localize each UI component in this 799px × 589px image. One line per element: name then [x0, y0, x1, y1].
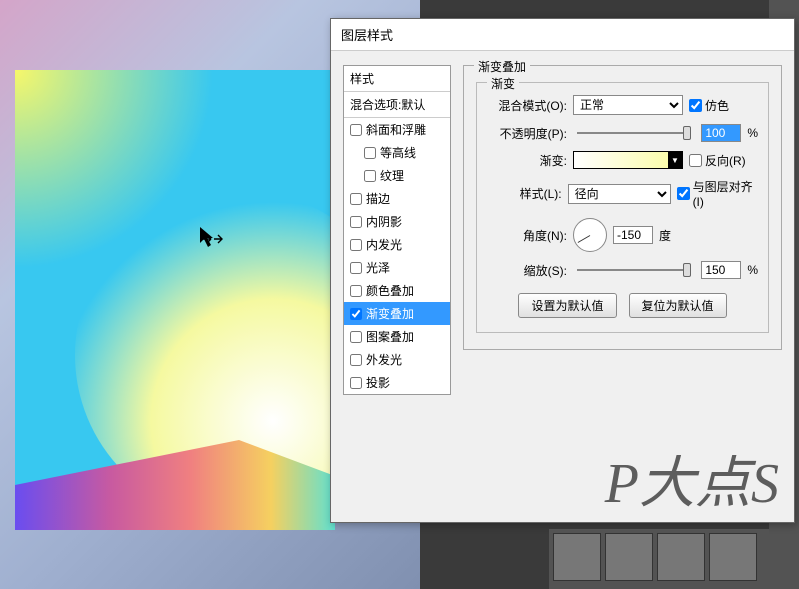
style-item-check[interactable]	[350, 216, 362, 228]
opacity-slider[interactable]	[577, 132, 691, 134]
style-item-4[interactable]: 内阴影	[344, 210, 450, 233]
style-item-3[interactable]: 描边	[344, 187, 450, 210]
section-title: 渐变叠加	[474, 58, 530, 75]
scale-unit: %	[747, 263, 758, 277]
angle-dial[interactable]	[573, 218, 607, 252]
align-checkbox[interactable]: 与图层对齐(I)	[677, 178, 758, 209]
opacity-label: 不透明度(P):	[487, 125, 567, 142]
style-item-check[interactable]	[350, 193, 362, 205]
style-item-check[interactable]	[350, 308, 362, 320]
blend-mode-select[interactable]: 正常	[573, 95, 683, 115]
style-item-0[interactable]: 斜面和浮雕	[344, 118, 450, 141]
style-item-label: 光泽	[366, 259, 390, 276]
style-item-2[interactable]: 纹理	[344, 164, 450, 187]
style-item-check[interactable]	[350, 262, 362, 274]
move-cursor-icon	[198, 225, 228, 249]
dither-check-input[interactable]	[689, 99, 702, 112]
angle-unit: 度	[659, 227, 671, 244]
reset-default-button[interactable]: 复位为默认值	[629, 293, 727, 318]
style-item-label: 纹理	[380, 167, 404, 184]
style-item-label: 投影	[366, 374, 390, 391]
align-check-input[interactable]	[677, 187, 690, 200]
chevron-down-icon[interactable]: ▼	[668, 152, 682, 168]
style-item-label: 图案叠加	[366, 328, 414, 345]
bottom-thumbnails	[549, 529, 769, 589]
opacity-unit: %	[747, 126, 758, 140]
styles-header[interactable]: 样式	[344, 66, 450, 92]
reverse-checkbox[interactable]: 反向(R)	[689, 152, 746, 169]
thumb[interactable]	[657, 533, 705, 581]
style-item-8[interactable]: 渐变叠加	[344, 302, 450, 325]
scale-input[interactable]	[701, 261, 741, 279]
style-item-label: 等高线	[380, 144, 416, 161]
style-item-7[interactable]: 颜色叠加	[344, 279, 450, 302]
angle-input[interactable]	[613, 226, 653, 244]
style-item-check[interactable]	[350, 124, 362, 136]
thumb[interactable]	[709, 533, 757, 581]
style-item-6[interactable]: 光泽	[344, 256, 450, 279]
thumb[interactable]	[605, 533, 653, 581]
style-item-10[interactable]: 外发光	[344, 348, 450, 371]
style-item-check[interactable]	[350, 239, 362, 251]
style-item-check[interactable]	[350, 285, 362, 297]
style-item-11[interactable]: 投影	[344, 371, 450, 394]
layer-style-dialog: 图层样式 样式 混合选项:默认 斜面和浮雕等高线纹理描边内阴影内发光光泽颜色叠加…	[330, 18, 795, 523]
style-item-label: 渐变叠加	[366, 305, 414, 322]
style-item-5[interactable]: 内发光	[344, 233, 450, 256]
opacity-input[interactable]	[701, 124, 741, 142]
style-item-check[interactable]	[364, 147, 376, 159]
angle-label: 角度(N):	[487, 227, 567, 244]
thumb[interactable]	[553, 533, 601, 581]
gradient-label: 渐变:	[487, 152, 567, 169]
set-default-button[interactable]: 设置为默认值	[518, 293, 616, 318]
style-item-9[interactable]: 图案叠加	[344, 325, 450, 348]
style-item-label: 颜色叠加	[366, 282, 414, 299]
blend-mode-label: 混合模式(O):	[487, 97, 567, 114]
style-item-label: 外发光	[366, 351, 402, 368]
style-item-check[interactable]	[350, 377, 362, 389]
dialog-title: 图层样式	[331, 19, 794, 51]
blend-options-row[interactable]: 混合选项:默认	[344, 92, 450, 118]
dither-checkbox[interactable]: 仿色	[689, 97, 729, 114]
style-item-label: 斜面和浮雕	[366, 121, 426, 138]
scale-label: 缩放(S):	[487, 262, 567, 279]
settings-panel: 渐变叠加 渐变 混合模式(O): 正常 仿色 不透明度(P):	[463, 65, 782, 512]
subsection-title: 渐变	[487, 75, 519, 92]
style-item-check[interactable]	[350, 354, 362, 366]
style-item-label: 描边	[366, 190, 390, 207]
style-select[interactable]: 径向	[568, 184, 671, 204]
style-label: 样式(L):	[487, 185, 562, 202]
style-item-check[interactable]	[364, 170, 376, 182]
style-item-check[interactable]	[350, 331, 362, 343]
scale-slider[interactable]	[577, 269, 691, 271]
gradient-picker[interactable]: ▼	[573, 151, 683, 169]
artwork-canvas[interactable]	[15, 70, 335, 530]
style-item-1[interactable]: 等高线	[344, 141, 450, 164]
reverse-check-input[interactable]	[689, 154, 702, 167]
styles-list: 样式 混合选项:默认 斜面和浮雕等高线纹理描边内阴影内发光光泽颜色叠加渐变叠加图…	[343, 65, 451, 395]
style-item-label: 内发光	[366, 236, 402, 253]
style-item-label: 内阴影	[366, 213, 402, 230]
